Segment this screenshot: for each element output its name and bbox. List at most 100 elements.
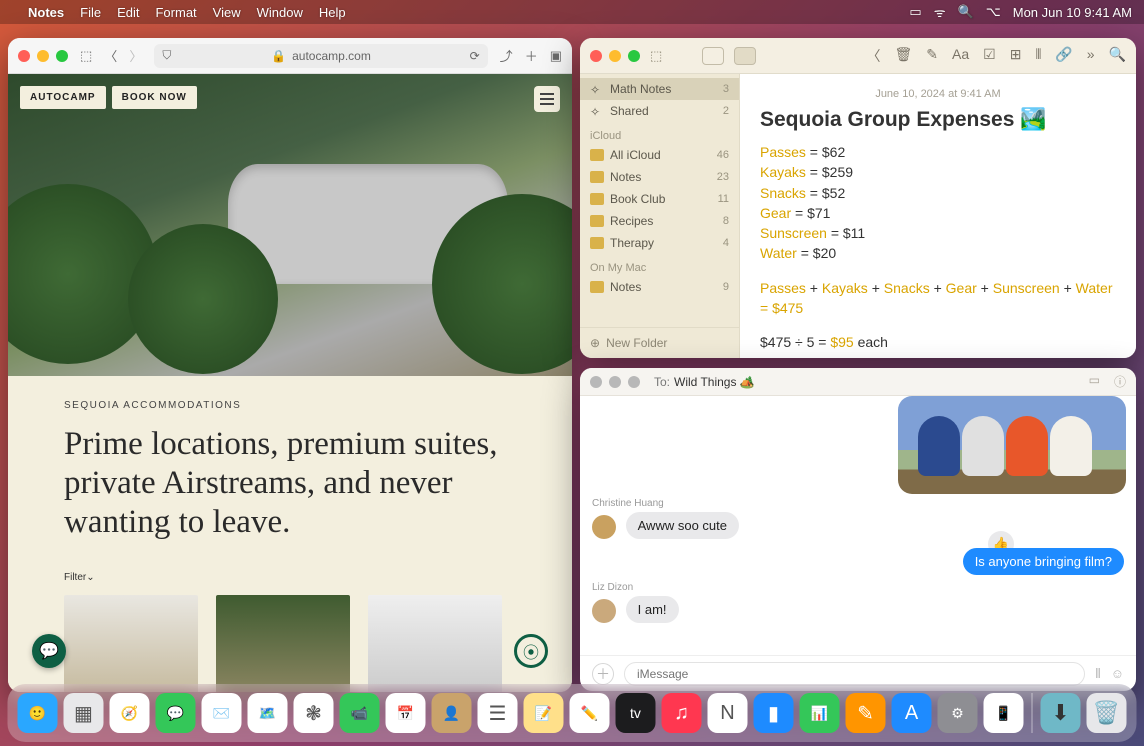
filter-button[interactable]: Filter⌄ [64,572,516,583]
avatar[interactable] [592,599,616,623]
sidebar-item[interactable]: ✧Shared2 [580,100,739,122]
table-icon[interactable]: ⊞ [1010,46,1022,66]
plus-circle-icon: ⊕ [590,336,600,350]
info-icon[interactable]: ⓘ [1114,373,1126,390]
checklist-icon[interactable]: ☑︎ [983,46,996,66]
dock-app-keynote[interactable]: ▮ [754,693,794,733]
dock-app-calendar[interactable]: 📅 [386,693,426,733]
note-date: June 10, 2024 at 9:41 AM [760,88,1116,100]
message-input[interactable] [624,662,1085,686]
new-folder-label: New Folder [606,336,667,350]
new-tab-icon[interactable]: ＋ [525,46,538,65]
book-now-button[interactable]: BOOK NOW [112,86,197,109]
site-logo[interactable]: AUTOCAMP [20,86,106,109]
image-attachment[interactable] [898,396,1126,494]
message-bubble[interactable]: I am! [626,596,679,623]
list-view-icon[interactable] [702,47,724,65]
tabs-icon[interactable]: ▣ [550,48,562,64]
menu-edit[interactable]: Edit [117,5,139,20]
link-icon[interactable]: 🔗 [1055,46,1072,66]
message-bubble[interactable]: Awww soo cute [626,512,739,539]
dock-app-freeform[interactable]: ✏️ [570,693,610,733]
sidebar-item[interactable]: All iCloud46 [580,144,739,166]
back-icon[interactable]: 〈 [867,46,881,66]
accessibility-icon[interactable]: ⦿ [514,634,548,668]
sidebar-item[interactable]: Therapy4 [580,232,739,254]
note-line: Water = $20 [760,243,1116,263]
thumbnail[interactable] [216,595,350,692]
forward-icon[interactable]: 〉 [129,46,142,65]
dock-app-finder[interactable]: 🙂 [18,693,58,733]
conversation-name[interactable]: Wild Things 🏕️ [674,375,755,389]
search-icon[interactable]: 🔍 [1109,46,1126,66]
grid-view-icon[interactable] [734,47,756,65]
dock-app-photos[interactable]: ❃ [294,693,334,733]
message-thread[interactable]: Christine Huang Awww soo cute 👍 Is anyon… [580,396,1136,655]
dock-app-downloads[interactable]: ⬇︎ [1041,693,1081,733]
dock-app-launchpad[interactable]: ▦ [64,693,104,733]
reload-icon[interactable]: ⟳ [470,49,480,63]
menu-format[interactable]: Format [155,5,196,20]
dock-app-appstore[interactable]: A [892,693,932,733]
dock-app-reminders[interactable]: ☰ [478,693,518,733]
menu-file[interactable]: File [80,5,101,20]
wifi-icon[interactable]: ᯤ [934,3,946,21]
clock[interactable]: Mon Jun 10 9:41 AM [1013,5,1132,20]
dock-app-tv[interactable]: tv [616,693,656,733]
thumbnail[interactable] [64,595,198,692]
audio-waveform-icon[interactable]: ⫴ [1095,666,1100,682]
dock-app-mirroring[interactable]: 📱 [984,693,1024,733]
text-format-icon[interactable]: Aa [952,46,969,66]
more-icon[interactable]: » [1087,46,1095,66]
window-controls[interactable] [590,50,640,62]
window-controls[interactable] [590,376,640,388]
sidebar-item[interactable]: Notes23 [580,166,739,188]
back-icon[interactable]: 〈 [104,46,117,65]
folder-count: 3 [723,83,729,95]
dock-app-notes[interactable]: 📝 [524,693,564,733]
app-menu[interactable]: Notes [28,5,64,20]
sidebar-toggle-icon[interactable]: ⬚ [80,48,92,64]
hamburger-icon[interactable] [534,86,560,112]
address-bar[interactable]: ⛉ 🔒 autocamp.com ⟳ [154,44,487,68]
menu-window[interactable]: Window [257,5,303,20]
menu-view[interactable]: View [213,5,241,20]
share-icon[interactable]: ⤴︎ [500,46,513,65]
control-center-icon[interactable]: ⌥ [986,4,1001,20]
dock-app-maps[interactable]: 🗺️ [248,693,288,733]
spotlight-icon[interactable]: 🔍 [958,4,974,20]
trash-icon[interactable]: 🗑︎ [895,46,913,66]
dock-app-mail[interactable]: ✉️ [202,693,242,733]
message-bubble[interactable]: Is anyone bringing film? [963,548,1124,575]
battery-icon[interactable]: ▭ [909,4,921,20]
dock-app-music[interactable]: ♫ [662,693,702,733]
avatar[interactable] [592,515,616,539]
thumbnail[interactable] [368,595,502,692]
sidebar-item[interactable]: Notes9 [580,276,739,298]
dock-app-news[interactable]: N [708,693,748,733]
sidebar-item[interactable]: Book Club11 [580,188,739,210]
emoji-icon[interactable]: ☺︎ [1111,666,1124,681]
dock-app-settings[interactable]: ⚙︎ [938,693,978,733]
dock-app-safari[interactable]: 🧭 [110,693,150,733]
audio-icon[interactable]: ⫴ [1035,46,1041,66]
page-heading: Prime locations, premium suites, private… [64,425,516,542]
dock-app-facetime[interactable]: 📹 [340,693,380,733]
dock-app-trash[interactable]: 🗑️ [1087,693,1127,733]
compose-icon[interactable]: ✎ [926,46,938,66]
folder-label: Notes [610,280,717,294]
chat-fab-icon[interactable]: 💬 [32,634,66,668]
new-folder-button[interactable]: ⊕ New Folder [580,327,739,358]
sidebar-item[interactable]: ✧Math Notes3 [580,78,739,100]
window-controls[interactable] [18,50,68,62]
menu-help[interactable]: Help [319,5,346,20]
sidebar-toggle-icon[interactable]: ⬚ [650,48,662,64]
note-editor[interactable]: June 10, 2024 at 9:41 AM Sequoia Group E… [740,74,1136,358]
attach-button[interactable]: ＋ [592,663,614,685]
video-call-icon[interactable]: ▭ [1089,373,1100,390]
sidebar-item[interactable]: Recipes8 [580,210,739,232]
dock-app-numbers[interactable]: 📊 [800,693,840,733]
dock-app-pages[interactable]: ✎ [846,693,886,733]
dock-app-contacts[interactable]: 👤 [432,693,472,733]
dock-app-messages[interactable]: 💬 [156,693,196,733]
